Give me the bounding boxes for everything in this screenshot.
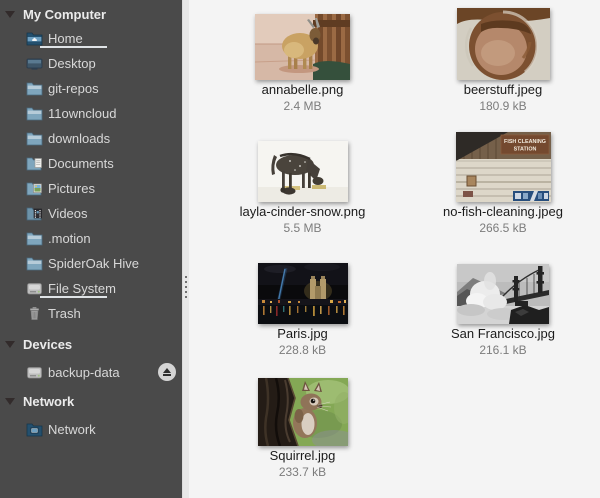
sidebar-item-label: Network [48, 422, 96, 437]
trash-icon [26, 306, 43, 321]
folder-icon [26, 256, 43, 271]
file-name: annabelle.png [262, 83, 344, 97]
sidebar-item-downloads[interactable]: downloads [0, 126, 182, 151]
no-fish-cleaning-thumbnail: FISH CLEANING STATION [456, 132, 551, 202]
sidebar-item-backup-data[interactable]: backup-data [0, 360, 182, 385]
file-name: beerstuff.jpeg [464, 83, 543, 97]
layla-cinder-snow-thumbnail [258, 141, 348, 202]
section-label: Devices [23, 337, 72, 352]
file-name: Squirrel.jpg [270, 449, 336, 463]
sidebar-item-trash[interactable]: Trash [0, 301, 182, 326]
splitter-grip-icon [185, 276, 187, 298]
sidebar-item-file-system[interactable]: File System [0, 276, 182, 301]
file-name: layla-cinder-snow.png [240, 205, 366, 219]
paris-thumbnail [258, 263, 348, 324]
sidebar-item-label: File System [48, 281, 116, 296]
sidebar-item-label: Videos [48, 206, 88, 221]
section-devices[interactable]: Devices [0, 332, 182, 356]
pane-splitter[interactable] [182, 0, 189, 498]
file-item-no-fish-cleaning[interactable]: FISH CLEANING STATION [410, 122, 596, 244]
desktop-icon [26, 56, 43, 71]
sidebar-item-label: Desktop [48, 56, 96, 71]
drive-icon [26, 365, 43, 380]
eject-icon [163, 368, 171, 373]
documents-folder-icon [26, 156, 43, 171]
annabelle-thumbnail [255, 14, 350, 80]
sidebar-item-label: Home [48, 31, 83, 46]
sidebar-item-documents[interactable]: Documents [0, 151, 182, 176]
pictures-folder-icon [26, 181, 43, 196]
folder-icon [26, 106, 43, 121]
file-item-layla-cinder-snow[interactable]: layla-cinder-snow.png 5.5 MB [195, 122, 410, 244]
sidebar-item-label: git-repos [48, 81, 99, 96]
sidebar-item-home[interactable]: Home [0, 26, 182, 51]
file-name: Paris.jpg [277, 327, 328, 341]
sidebar-item-11owncloud[interactable]: 11owncloud [0, 101, 182, 126]
file-grid: annabelle.png 2.4 MB beerstuff.jpeg [189, 0, 600, 498]
san-francisco-thumbnail [457, 264, 549, 324]
disk-usage-bar [40, 296, 107, 298]
file-manager-window: My Computer Home Desktop git [0, 0, 600, 498]
videos-folder-icon [26, 206, 43, 221]
file-size: 233.7 kB [279, 466, 326, 479]
sidebar-item-spideroak-hive[interactable]: SpiderOak Hive [0, 251, 182, 276]
sidebar-item-label: 11owncloud [48, 106, 116, 121]
beerstuff-thumbnail [457, 8, 550, 80]
section-my-computer[interactable]: My Computer [0, 2, 182, 26]
sidebar-item-git-repos[interactable]: git-repos [0, 76, 182, 101]
home-folder-icon [26, 31, 43, 46]
file-size: 228.8 kB [279, 344, 326, 357]
sidebar-item-label: downloads [48, 131, 110, 146]
expander-icon[interactable] [5, 341, 15, 348]
sidebar-item-label: backup-data [48, 365, 120, 380]
file-size: 180.9 kB [479, 100, 526, 113]
file-item-squirrel[interactable]: Squirrel.jpg 233.7 kB [195, 366, 410, 488]
places-sidebar: My Computer Home Desktop git [0, 0, 182, 498]
network-icon [26, 422, 43, 437]
sidebar-item-label: SpiderOak Hive [48, 256, 139, 271]
file-size: 216.1 kB [479, 344, 526, 357]
file-size: 5.5 MB [283, 222, 321, 235]
section-label: Network [23, 394, 74, 409]
sidebar-item-network[interactable]: Network [0, 417, 182, 442]
eject-button[interactable] [158, 363, 176, 381]
file-item-san-francisco[interactable]: San Francisco.jpg 216.1 kB [410, 244, 596, 366]
sidebar-item-pictures[interactable]: Pictures [0, 176, 182, 201]
folder-icon [26, 231, 43, 246]
file-item-annabelle[interactable]: annabelle.png 2.4 MB [195, 0, 410, 122]
section-network[interactable]: Network [0, 389, 182, 413]
disk-usage-bar [40, 46, 107, 48]
file-item-beerstuff[interactable]: beerstuff.jpeg 180.9 kB [410, 0, 596, 122]
file-name: San Francisco.jpg [451, 327, 555, 341]
sidebar-item-videos[interactable]: Videos [0, 201, 182, 226]
sidebar-item-label: Trash [48, 306, 81, 321]
sidebar-item-label: .motion [48, 231, 91, 246]
eject-icon-bar [163, 374, 171, 376]
file-size: 2.4 MB [283, 100, 321, 113]
file-item-paris[interactable]: Paris.jpg 228.8 kB [195, 244, 410, 366]
expander-icon[interactable] [5, 398, 15, 405]
sidebar-item-desktop[interactable]: Desktop [0, 51, 182, 76]
file-size: 266.5 kB [479, 222, 526, 235]
sign-text-line1: FISH CLEANING [504, 139, 546, 145]
folder-icon [26, 131, 43, 146]
section-label: My Computer [23, 7, 106, 22]
sign-text-line2: STATION [513, 147, 536, 153]
squirrel-thumbnail [258, 378, 348, 446]
drive-icon [26, 281, 43, 296]
expander-icon[interactable] [5, 11, 15, 18]
sidebar-item-label: Pictures [48, 181, 95, 196]
folder-icon [26, 81, 43, 96]
sidebar-item-motion[interactable]: .motion [0, 226, 182, 251]
sidebar-item-label: Documents [48, 156, 114, 171]
file-name: no-fish-cleaning.jpeg [443, 205, 563, 219]
